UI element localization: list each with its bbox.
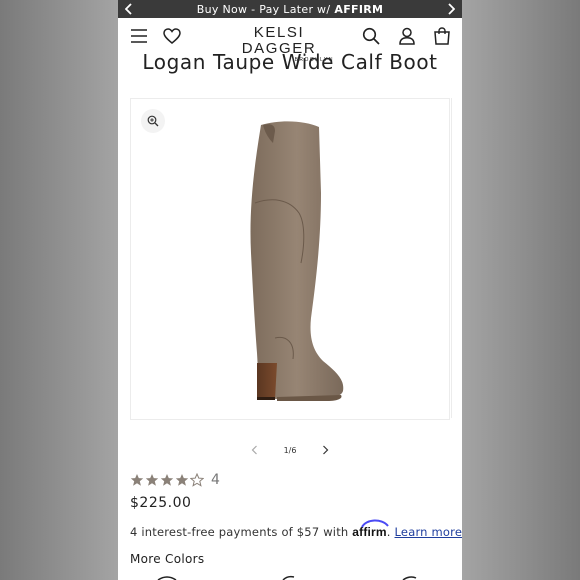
affirm-message: 4 interest-free payments of $57 with aff… <box>130 519 462 539</box>
star-filled-icon <box>160 474 174 486</box>
search-icon[interactable] <box>359 24 383 48</box>
rating-count: 4 <box>211 472 220 488</box>
promo-text: Buy Now - Pay Later w/ <box>196 2 331 16</box>
product-title: Logan Taupe Wide Calf Boot <box>142 50 438 74</box>
promo-bar[interactable]: Buy Now - Pay Later w/ AFFIRM <box>118 0 462 18</box>
prev-image-icon[interactable] <box>251 445 258 455</box>
promo-prev-icon[interactable] <box>120 0 138 18</box>
star-filled-icon <box>175 474 189 486</box>
background-left <box>0 0 118 580</box>
more-colors-heading: More Colors <box>130 552 205 566</box>
site-header: KELSI DAGGER BROOKLYN <box>118 18 462 63</box>
promo-next-icon[interactable] <box>442 0 460 18</box>
product-rating[interactable]: 4 <box>130 472 220 488</box>
menu-icon[interactable] <box>127 24 151 48</box>
next-image-peek[interactable] <box>451 98 462 418</box>
affirm-logo: affirm <box>352 519 390 539</box>
image-pager: 1/6 <box>118 442 462 458</box>
account-icon[interactable] <box>395 24 419 48</box>
promo-brand: AFFIRM <box>334 2 384 16</box>
boot-image <box>250 121 344 401</box>
product-price: $225.00 <box>130 495 192 511</box>
affirm-text: 4 interest-free payments of $57 with <box>130 525 349 539</box>
heart-icon[interactable] <box>160 24 184 48</box>
cart-icon[interactable] <box>430 24 454 48</box>
product-image-gallery[interactable] <box>130 98 450 420</box>
image-counter: 1/6 <box>283 445 297 455</box>
phone-screen: Buy Now - Pay Later w/ AFFIRM KELSI DAGG… <box>118 0 462 580</box>
zoom-icon[interactable] <box>141 109 165 133</box>
color-swatches-peek[interactable] <box>118 574 462 580</box>
star-filled-icon <box>145 474 159 486</box>
star-empty-icon <box>190 473 204 487</box>
background-right <box>462 0 580 580</box>
next-image-icon[interactable] <box>322 445 329 455</box>
star-filled-icon <box>130 474 144 486</box>
learn-more-link[interactable]: Learn more <box>395 525 462 539</box>
